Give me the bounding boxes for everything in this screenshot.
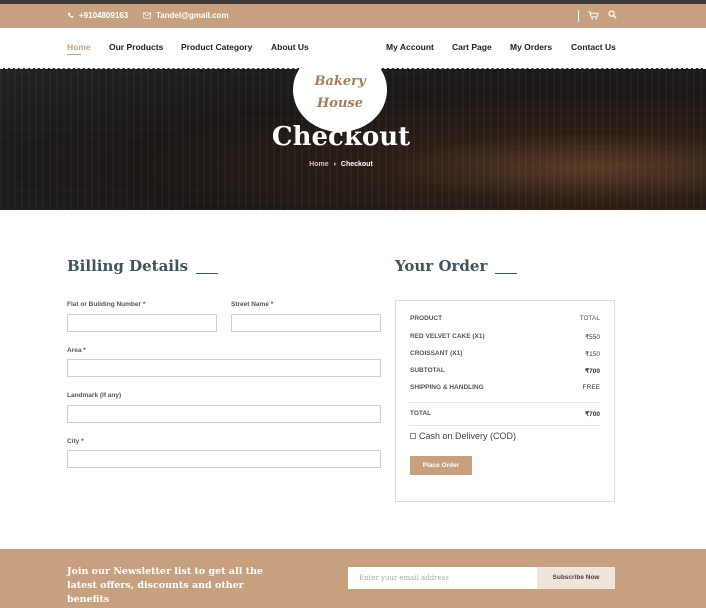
nav-product-category[interactable]: Product Category (181, 42, 252, 52)
billing-title-text: Billing Details (67, 257, 189, 275)
landmark-label: Landmark (If any) (67, 392, 122, 399)
cod-label: Cash on Delivery (COD) (419, 431, 517, 441)
item-name: RED VELVET CAKE (X1) (410, 333, 485, 340)
cod-option[interactable]: Cash on Delivery (COD) (410, 431, 516, 441)
order-title: Your Order (395, 257, 518, 275)
order-item: CROISSANT (X1) ₹150 (410, 350, 600, 358)
order-header: PRODUCT TOTAL (410, 315, 600, 322)
phone-number: +9104809163 (79, 11, 129, 20)
phone-contact[interactable]: +9104809163 (67, 11, 128, 20)
order-summary: PRODUCT TOTAL RED VELVET CAKE (X1) ₹550 … (395, 300, 615, 502)
item-name: CROISSANT (X1) (410, 350, 463, 357)
cod-checkbox[interactable] (410, 433, 416, 439)
subtotal-row: SUBTOTAL ₹700 (410, 367, 600, 375)
top-bar: +9104809163 Tandel@gmail.com (0, 4, 706, 28)
billing-title: Billing Details (67, 257, 219, 275)
logo-line-1: Bakery (314, 74, 366, 89)
shipping-row: SHIPPING & HANDLING FREE (410, 384, 600, 391)
street-name-input[interactable] (231, 314, 381, 332)
total-value: ₹700 (585, 411, 600, 418)
email-address: Tandel@gmail.com (156, 11, 229, 20)
total-header: TOTAL (579, 315, 600, 322)
email-contact[interactable]: Tandel@gmail.com (143, 11, 229, 20)
cart-icon (588, 11, 599, 20)
subscribe-button[interactable]: Subscribe Now (537, 567, 615, 589)
city-input[interactable] (67, 450, 381, 468)
active-underline (67, 54, 81, 55)
landmark-input[interactable] (67, 405, 381, 423)
nav-about-us[interactable]: About Us (271, 42, 309, 52)
order-title-text: Your Order (395, 257, 488, 275)
item-price: ₹550 (585, 334, 600, 341)
newsletter-footer: Join our Newsletter list to get all the … (0, 549, 706, 608)
breadcrumb: Home › Checkout (0, 161, 682, 168)
main-nav: Home Our Products Product Category About… (0, 28, 706, 132)
subtotal-value: ₹700 (585, 368, 600, 375)
phone-icon (68, 12, 74, 19)
logo-line-2: House (317, 96, 363, 111)
shipping-label: SHIPPING & HANDLING (410, 384, 484, 391)
nav-home[interactable]: Home (67, 42, 91, 52)
nav-contact-us[interactable]: Contact Us (571, 42, 616, 52)
cart-button[interactable] (588, 11, 599, 22)
place-order-button[interactable]: Place Order (410, 456, 472, 475)
product-header: PRODUCT (410, 315, 443, 322)
nav-my-account[interactable]: My Account (386, 42, 434, 52)
breadcrumb-home[interactable]: Home (309, 161, 328, 168)
nav-our-products[interactable]: Our Products (109, 42, 163, 52)
flat-number-label: Flat or Building Number * (67, 301, 146, 308)
total-row: TOTAL ₹700 (410, 410, 600, 418)
title-dash (196, 272, 219, 274)
divider (578, 10, 579, 22)
site-logo[interactable]: Bakery House (293, 48, 387, 132)
divider (410, 425, 600, 426)
breadcrumb-current: Checkout (340, 161, 373, 168)
nav-my-orders[interactable]: My Orders (510, 42, 552, 52)
divider (410, 402, 600, 403)
newsletter-email-input[interactable]: Enter your email address (348, 567, 538, 589)
total-label: TOTAL (410, 410, 432, 417)
street-name-label: Street Name * (231, 301, 274, 308)
nav-cart-page[interactable]: Cart Page (452, 42, 492, 52)
area-label: Area * (67, 347, 86, 354)
city-label: City * (67, 438, 84, 445)
order-item: RED VELVET CAKE (X1) ₹550 (410, 333, 600, 341)
breadcrumb-separator: › (333, 161, 336, 168)
item-price: ₹150 (585, 351, 600, 358)
shipping-value: FREE (582, 384, 600, 391)
search-button[interactable] (608, 10, 617, 21)
area-input[interactable] (67, 359, 381, 377)
flat-number-input[interactable] (67, 314, 217, 332)
title-dash (495, 272, 518, 274)
search-icon (608, 10, 617, 19)
mail-icon (143, 12, 151, 19)
newsletter-text: Join our Newsletter list to get all the … (67, 566, 263, 605)
subtotal-label: SUBTOTAL (410, 367, 445, 374)
